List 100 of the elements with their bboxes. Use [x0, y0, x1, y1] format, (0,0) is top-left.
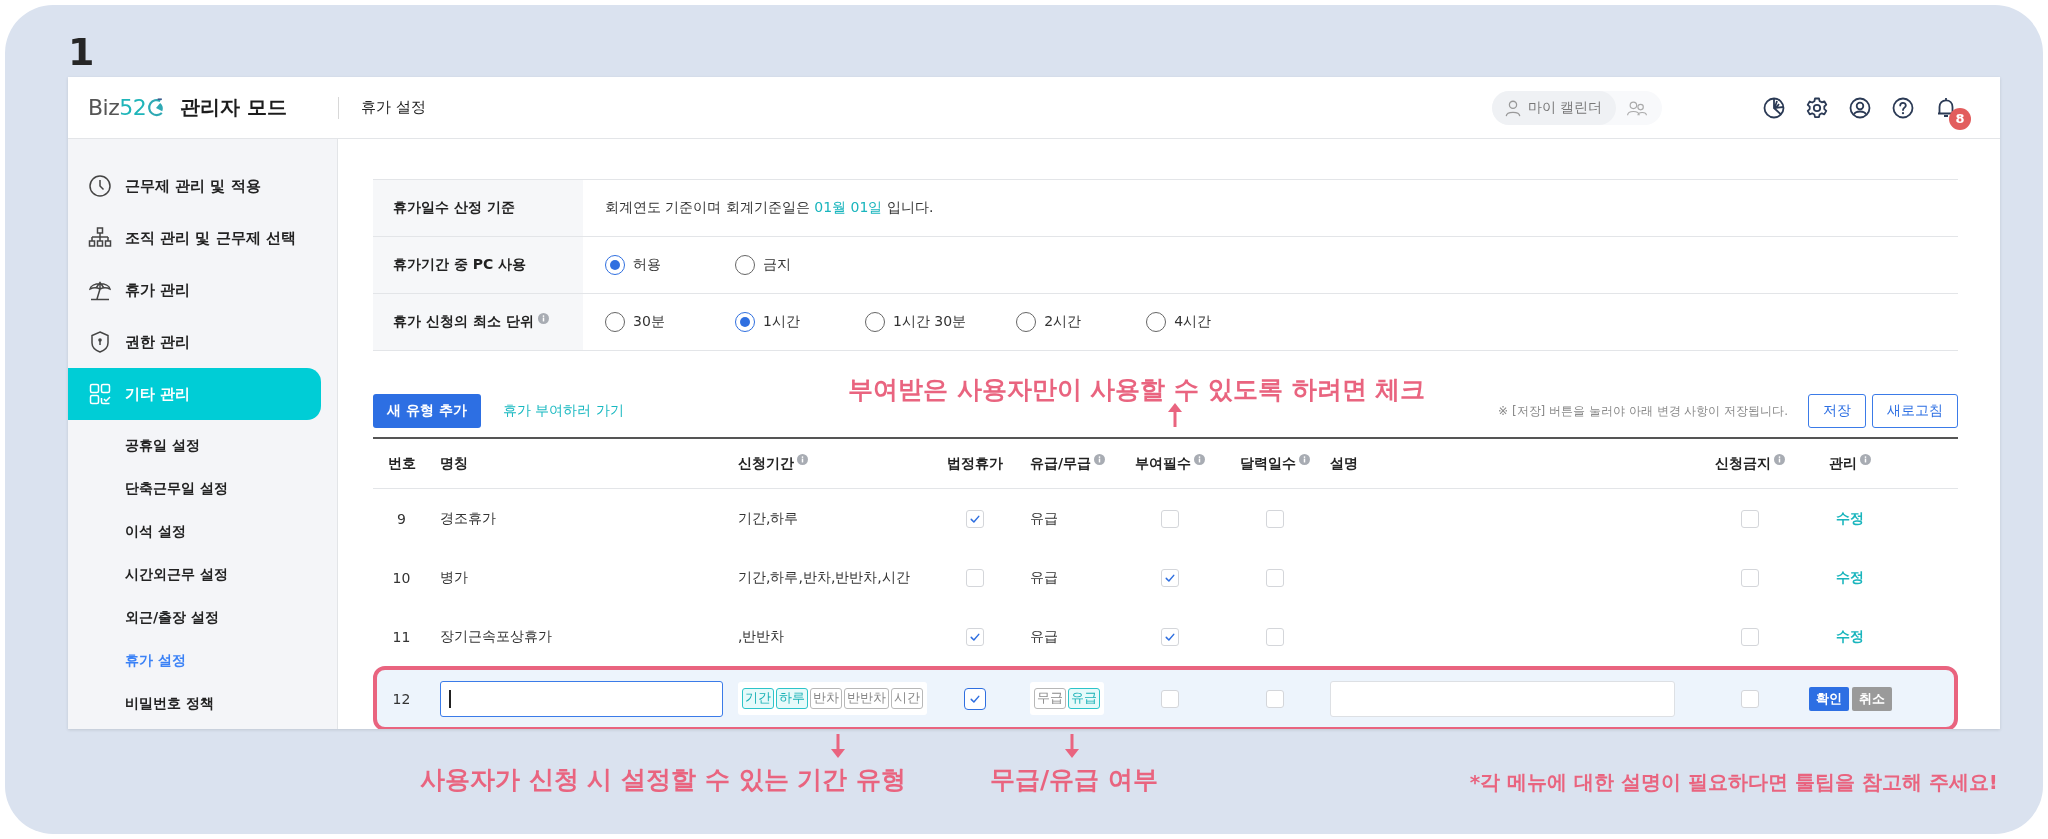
notification-badge: 8 [1949, 107, 1971, 130]
sidebar-subitem[interactable]: 휴가 설정 [68, 639, 337, 682]
refresh-button[interactable]: 새로고침 [1872, 394, 1958, 428]
confirm-button[interactable]: 확인 [1808, 686, 1849, 711]
annotation-text: 무급/유급 여부 [990, 764, 1158, 796]
people-icon[interactable] [1626, 98, 1648, 117]
column-header: 유급/무급 [1030, 454, 1092, 473]
radio-label: 허용 [633, 256, 661, 274]
step-number: 1 [68, 29, 95, 76]
sidebar-subitem[interactable]: 공휴일 설정 [68, 424, 337, 467]
radio-button[interactable] [1146, 312, 1167, 332]
table-cell: 10 [392, 569, 411, 586]
column-header: 법정휴가 [947, 454, 1003, 473]
setting-value: 회계연도 기준이며 회계기준일은 01월 01일 입니다. [605, 199, 934, 217]
annotation-arrow [831, 734, 845, 758]
info-icon[interactable] [1094, 454, 1106, 465]
radio-button[interactable] [605, 255, 625, 275]
pie-chart-icon[interactable] [1762, 95, 1786, 120]
shield-icon [88, 330, 112, 354]
setting-label: 휴가일수 산정 기준 [393, 199, 515, 217]
column-header: 관리 [1829, 454, 1857, 473]
column-header: 설명 [1330, 454, 1358, 473]
radio-button[interactable] [605, 312, 625, 332]
info-icon[interactable] [797, 454, 808, 465]
sidebar-item[interactable]: 권한 관리 [68, 316, 321, 368]
radio-button[interactable] [1016, 312, 1037, 332]
period-chip[interactable]: 반차 [810, 688, 842, 709]
save-button[interactable]: 저장 [1808, 394, 1866, 428]
setting-label: 휴가 신청의 최소 단위 [393, 313, 534, 331]
description-field[interactable] [1330, 680, 1675, 717]
period-chip[interactable]: 기간 [742, 688, 774, 709]
name-field[interactable] [440, 680, 723, 717]
sidebar-subitem[interactable]: 이석 설정 [68, 510, 337, 553]
radio-button[interactable] [735, 312, 755, 332]
pay-chip[interactable]: 무급 [1034, 688, 1066, 709]
info-icon[interactable] [1860, 454, 1871, 465]
table-cell: 유급 [1030, 627, 1058, 646]
checkbox[interactable] [964, 687, 986, 710]
cancel-button[interactable]: 취소 [1851, 686, 1892, 711]
table-cell: 12 [392, 690, 411, 707]
table-cell: 기간,하루,반차,반반차,시간 [738, 568, 910, 587]
info-icon[interactable] [1194, 454, 1205, 465]
radio-label: 30분 [633, 313, 665, 331]
save-note: ※ [저장] 버튼을 눌러야 아래 변경 사항이 저장됩니다. [1498, 402, 1788, 420]
radio-label: 1시간 30분 [893, 313, 967, 331]
help-icon[interactable] [1891, 95, 1915, 120]
radio-label: 2시간 [1044, 313, 1082, 331]
column-header: 부여필수 [1135, 454, 1191, 473]
table-cell: ,반반차 [738, 627, 785, 646]
table-cell: 유급 [1030, 568, 1058, 587]
annotation-arrow [1168, 403, 1182, 427]
sidebar-item[interactable]: 휴가 관리 [68, 264, 321, 316]
column-header: 달력일수 [1240, 454, 1296, 473]
page-title: 휴가 설정 [361, 98, 426, 117]
person-icon [1503, 98, 1522, 117]
sidebar-subitem[interactable]: 단축근무일 설정 [68, 467, 337, 510]
table-cell: 병가 [440, 568, 468, 587]
annotation-arrow [1065, 734, 1079, 758]
table-cell: 9 [397, 510, 406, 527]
sidebar-subitem[interactable]: 비밀번호 정책 [68, 682, 337, 725]
calendar-button[interactable]: 마이 캘린더 [1491, 90, 1616, 125]
info-icon[interactable] [1299, 454, 1310, 465]
period-chip[interactable]: 하루 [776, 688, 808, 709]
period-chip[interactable]: 반반차 [844, 688, 889, 709]
radio-button[interactable] [865, 312, 885, 332]
edit-link[interactable]: 수정 [1836, 509, 1864, 528]
text-cursor [449, 689, 451, 708]
table-cell: 유급 [1030, 509, 1058, 528]
annotation-text: 사용자가 신청 시 설정할 수 있는 기간 유형 [420, 764, 906, 796]
pay-chip[interactable]: 유급 [1068, 688, 1100, 709]
edit-link[interactable]: 수정 [1836, 627, 1864, 646]
sidebar-subitem[interactable]: 외근/출장 설정 [68, 596, 337, 639]
settings-icon[interactable] [1805, 95, 1829, 120]
edit-link[interactable]: 수정 [1836, 568, 1864, 587]
table-cell: 11 [392, 628, 411, 645]
org-chart-icon [88, 226, 112, 250]
radio-button[interactable] [735, 255, 755, 275]
setting-label: 휴가기간 중 PC 사용 [393, 256, 527, 274]
radio-label: 금지 [763, 256, 791, 274]
table-cell: 장기근속포상휴가 [440, 627, 552, 646]
column-header: 번호 [387, 454, 416, 473]
column-header: 신청금지 [1715, 454, 1771, 473]
info-icon[interactable] [537, 312, 549, 324]
sidebar-subitem[interactable]: 시간외근무 설정 [68, 553, 337, 596]
grant-link[interactable]: 휴가 부여하러 가기 [502, 402, 624, 420]
sidebar-item[interactable]: 조직 관리 및 근무제 선택 [68, 212, 321, 264]
radio-label: 4시간 [1174, 313, 1212, 331]
annotation-note: *각 메뉴에 대한 설명이 필요하다면 툴팁을 참고해 주세요! [1469, 769, 1998, 796]
info-icon[interactable] [1774, 454, 1785, 465]
sidebar-item[interactable]: 근무제 관리 및 적용 [68, 160, 321, 212]
grid-check-icon [88, 382, 112, 406]
period-chip[interactable]: 시간 [891, 688, 923, 709]
column-header: 신청기간 [738, 454, 794, 473]
mode-title: 관리자 모드 [180, 94, 288, 121]
clock-icon [88, 174, 112, 198]
logo: Biz52 [88, 95, 167, 120]
add-type-button[interactable]: 새 유형 추가 [373, 394, 481, 428]
table-cell: 기간,하루 [738, 509, 799, 528]
profile-icon[interactable] [1848, 95, 1872, 120]
radio-label: 1시간 [763, 313, 800, 331]
